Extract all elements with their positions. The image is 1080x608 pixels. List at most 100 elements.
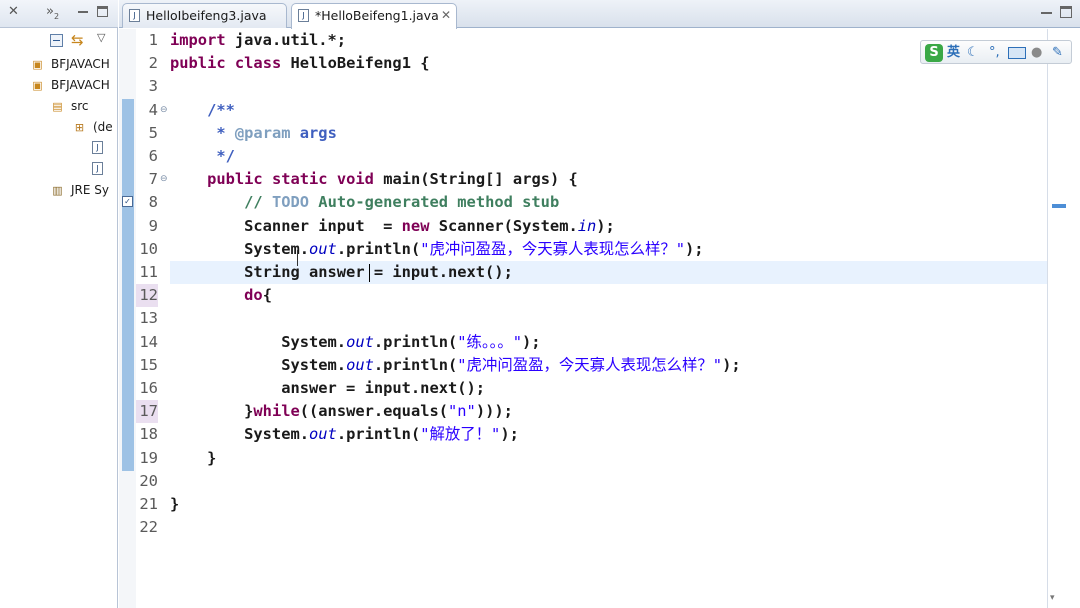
punctuation-icon[interactable]: °,: [989, 44, 1000, 62]
tree-item[interactable]: ▥ JRE Sy: [0, 180, 118, 201]
input-mode-toggle[interactable]: 英: [947, 44, 960, 62]
code-line[interactable]: System.out.println("虎冲问盈盈，今天寡人表现怎么样？");: [170, 354, 1047, 377]
code-token: System.: [170, 332, 347, 351]
code-token: );: [500, 425, 519, 444]
minimize-editor-icon[interactable]: [1041, 12, 1052, 14]
code-line[interactable]: [170, 516, 1047, 539]
code-line[interactable]: Scanner input = new Scanner(System.in);: [170, 215, 1047, 238]
moon-icon[interactable]: ☾: [967, 44, 979, 62]
ime-toolbar: S 英 ☾ °, ● ✎: [920, 40, 1072, 64]
overview-ruler[interactable]: ▾: [1047, 29, 1080, 608]
tab-helloibeifeng3[interactable]: J HelloIbeifeng3.java: [122, 3, 287, 28]
line-number: 17: [136, 400, 158, 424]
tree-item[interactable]: ▣ BFJAVACH: [0, 54, 118, 75]
java-file-icon: J: [92, 162, 103, 175]
line-number: 7: [148, 170, 158, 189]
code-token: "解放了！": [420, 425, 501, 444]
tree-item[interactable]: ▤ src: [0, 96, 118, 117]
line-number: 9: [148, 216, 158, 235]
code-token: .println(: [336, 425, 421, 444]
code-line[interactable]: System.out.println("虎冲问盈盈，今天寡人表现怎么样？");: [170, 238, 1047, 261]
code-token: .println(: [336, 239, 421, 258]
source-folder-icon: ▤: [52, 100, 63, 113]
code-line[interactable]: * @param args: [170, 122, 1047, 145]
tree-item[interactable]: J: [0, 138, 118, 159]
code-line[interactable]: [170, 75, 1047, 98]
code-line[interactable]: */: [170, 145, 1047, 168]
sogou-logo-icon[interactable]: S: [925, 44, 943, 62]
line-number: 10: [139, 239, 158, 258]
line-number-gutter: 1 2 3 4 ⊖ 5 6 7 ⊖ 8 9 10 11 12 13 14 15 16 17 18 19 20 21 22: [136, 29, 170, 608]
code-token: answer = input.next();: [170, 379, 486, 397]
code-token: java.util.*;: [225, 31, 347, 49]
tab-hellobeifeng1[interactable]: J *HelloBeifeng1.java ✕: [291, 3, 457, 29]
line-number: 4: [148, 100, 158, 119]
code-token: out: [346, 332, 374, 351]
code-token: main(String[] args) {: [373, 170, 578, 189]
code-token: */: [216, 147, 235, 165]
close-view-icon[interactable]: ✕: [8, 4, 19, 20]
code-token: out: [346, 355, 374, 374]
link-with-editor-icon[interactable]: ⇆: [71, 31, 84, 49]
code-token: System.: [170, 239, 309, 258]
code-token: while: [253, 402, 300, 421]
annotation-ruler[interactable]: ✓: [119, 29, 136, 608]
code-token: "n": [448, 402, 476, 421]
code-line[interactable]: do{: [170, 284, 1047, 307]
tab-label: HelloIbeifeng3.java: [146, 8, 267, 23]
code-line[interactable]: // TODO Auto-generated method stub: [170, 191, 1047, 214]
maximize-view-icon[interactable]: [97, 6, 108, 17]
code-line[interactable]: public static void main(String[] args) {: [170, 168, 1047, 191]
editor-tab-strip: J HelloIbeifeng3.java J *HelloBeifeng1.j…: [119, 0, 1080, 29]
line-number: 5: [148, 123, 158, 142]
code-line[interactable]: }: [170, 447, 1047, 470]
code-token: out: [309, 239, 337, 258]
tree-item[interactable]: J: [0, 159, 118, 180]
tree-item[interactable]: ⊞ (de: [0, 117, 118, 138]
code-line[interactable]: answer = input.next();: [170, 377, 1047, 400]
code-line[interactable]: [170, 307, 1047, 330]
wrench-icon[interactable]: ✎: [1052, 44, 1063, 62]
project-icon: ▣: [32, 58, 43, 71]
code-token: )));: [475, 402, 513, 421]
code-line[interactable]: }: [170, 493, 1047, 516]
close-tab-icon[interactable]: ✕: [441, 4, 451, 27]
user-icon[interactable]: ●: [1031, 44, 1042, 62]
code-line[interactable]: public class HelloBeifeng1 {: [170, 52, 1047, 75]
overview-task-mark[interactable]: [1052, 204, 1066, 208]
collapse-all-icon[interactable]: [50, 34, 63, 47]
java-file-icon: J: [298, 9, 309, 22]
code-token: import: [170, 31, 226, 49]
keyboard-icon[interactable]: [1008, 47, 1026, 59]
fold-toggle-icon[interactable]: ⊖: [160, 168, 168, 191]
line-number: 6: [148, 147, 158, 165]
code-token: }: [170, 448, 217, 467]
code-line[interactable]: /**: [170, 99, 1047, 122]
code-token: public: [207, 170, 263, 189]
line-number: 19: [139, 448, 158, 467]
view-menu-icon[interactable]: ▽: [97, 31, 105, 44]
code-token: }: [170, 495, 180, 513]
code-line[interactable]: import java.util.*;: [170, 29, 1047, 52]
code-area[interactable]: import java.util.*; public class HelloBei…: [170, 29, 1047, 608]
code-line[interactable]: String answer = input.next();: [170, 261, 1047, 285]
code-line[interactable]: System.out.println("解放了！");: [170, 423, 1047, 446]
code-line[interactable]: System.out.println("练。。。");: [170, 331, 1047, 354]
code-token: }: [170, 402, 254, 421]
minimize-view-icon[interactable]: [78, 11, 88, 13]
scroll-down-arrow-icon[interactable]: ▾: [1050, 593, 1055, 603]
task-marker-icon[interactable]: ✓: [122, 196, 133, 207]
view-overflow-count: 2: [53, 12, 60, 21]
tree-item-label: BFJAVACH: [51, 78, 110, 92]
tree-item[interactable]: ▣ BFJAVACH: [0, 75, 118, 96]
maximize-editor-icon[interactable]: [1060, 6, 1072, 18]
fold-toggle-icon[interactable]: ⊖: [160, 99, 168, 122]
code-token: ((answer.equals(: [299, 402, 449, 421]
view-overflow-button[interactable]: »2: [46, 4, 59, 25]
code-line[interactable]: }while((answer.equals("n")));: [170, 400, 1047, 423]
code-line[interactable]: [170, 470, 1047, 493]
code-editor[interactable]: ✓ 1 2 3 4 ⊖ 5 6 7 ⊖ 8 9 10 11 12 13 14 15 16 17 18 19 20 21 22 …: [119, 29, 1047, 608]
